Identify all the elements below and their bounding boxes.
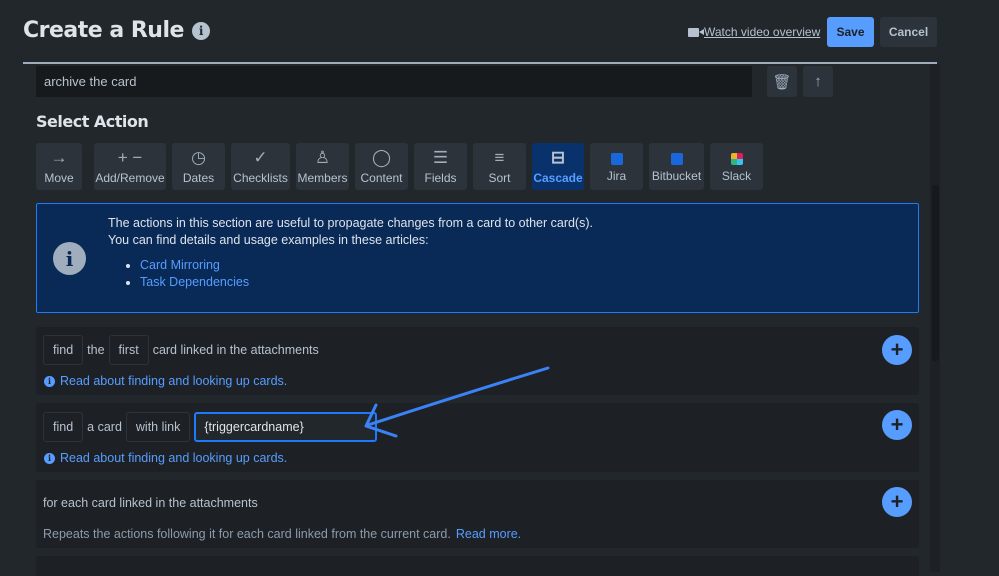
page-title: Create a Rule i (23, 18, 210, 43)
task-dependencies-link[interactable]: Task Dependencies (140, 275, 249, 289)
tab-label: Content (360, 170, 403, 185)
tab-label: Move (44, 170, 74, 185)
info-line: You can find details and usage examples … (108, 233, 429, 247)
plus-icon: + (890, 337, 904, 362)
move-up-button[interactable]: ↑ (803, 66, 833, 97)
description: Repeats the actions following it for eac… (43, 527, 451, 541)
add-action-button[interactable]: + (882, 487, 912, 517)
first-chip[interactable]: first (108, 335, 149, 365)
link-input[interactable] (194, 412, 378, 442)
check-icon: ✓ (253, 147, 268, 167)
info-icon[interactable]: i (191, 21, 210, 40)
info-text: The actions in this section are useful t… (108, 215, 593, 291)
tab-label: Fields (424, 170, 457, 185)
add-action-button[interactable]: + (882, 335, 912, 365)
text: for each card linked in the attachments (43, 496, 258, 510)
text: a card (87, 420, 122, 434)
text: card linked in the attachments (152, 343, 319, 357)
tab-move[interactable]: → Move (36, 143, 82, 190)
video-link-label: Watch video overview (704, 25, 821, 39)
select-action-heading: Select Action (36, 112, 149, 131)
tab-label: Add/Remove (95, 170, 165, 185)
tab-label: Cascade (533, 170, 583, 185)
title-text: Create a Rule (23, 18, 184, 43)
with-link-chip[interactable]: with link (125, 412, 191, 442)
action-row-for-each: for each card linked in the attachments … (36, 480, 919, 548)
arrow-right-icon: → (50, 147, 68, 167)
filter-icon: ≡ (494, 147, 505, 167)
previous-action-field (36, 66, 752, 97)
trash-icon: 🗑 (772, 73, 792, 91)
text: the (87, 343, 105, 357)
tab-label: Slack (721, 169, 752, 183)
info-icon: i (53, 242, 86, 275)
jira-icon (610, 153, 623, 165)
card-mirroring-link[interactable]: Card Mirroring (140, 258, 220, 272)
help-link[interactable]: Read about finding and looking up cards. (60, 451, 287, 465)
scrollbar-thumb[interactable] (932, 185, 939, 361)
tab-add-remove[interactable]: + − Add/Remove (94, 143, 166, 190)
tab-sort[interactable]: ≡ Sort (473, 143, 526, 190)
tab-bitbucket[interactable]: Bitbucket (649, 143, 704, 190)
arrow-up-icon: ↑ (814, 73, 822, 90)
info-icon: i (44, 375, 55, 387)
tab-checklists[interactable]: ✓ Checklists (231, 143, 290, 190)
tab-content[interactable]: ◯ Content (355, 143, 408, 190)
add-action-button[interactable]: + (882, 410, 912, 440)
info-line: The actions in this section are useful t… (108, 216, 593, 230)
tab-jira[interactable]: Jira (590, 143, 643, 190)
plus-icon: + (890, 489, 904, 514)
delete-button[interactable]: 🗑 (767, 66, 797, 97)
slack-icon (730, 153, 743, 165)
find-chip[interactable]: find (43, 335, 84, 365)
tab-members[interactable]: ♙ Members (296, 143, 349, 190)
info-icon: i (44, 452, 55, 464)
tab-label: Sort (488, 170, 511, 185)
watch-video-link[interactable]: Watch video overview (688, 25, 820, 39)
comment-icon: ◯ (371, 147, 392, 167)
plus-icon: + (890, 412, 904, 437)
save-button[interactable]: Save (827, 17, 874, 47)
cancel-button[interactable]: Cancel (880, 17, 937, 47)
tab-label: Jira (606, 169, 627, 183)
action-row-find-link: finda cardwith link i Read about finding … (36, 403, 919, 472)
person-icon: ♙ (314, 147, 331, 167)
help-link[interactable]: Read about finding and looking up cards. (60, 374, 287, 388)
plus-minus-icon: + − (117, 147, 143, 167)
tab-label: Bitbucket (651, 169, 702, 183)
action-row-find-first: find the first card linked in the attachmen… (36, 327, 919, 395)
inbox-icon: ⊟ (550, 147, 566, 167)
tab-label: Dates (182, 170, 215, 185)
video-camera-icon (688, 27, 699, 37)
bitbucket-icon (670, 153, 683, 165)
tab-dates[interactable]: ◷ Dates (172, 143, 225, 190)
tab-label: Members (297, 170, 348, 185)
action-row (36, 556, 919, 576)
read-more-link[interactable]: Read more. (456, 527, 521, 541)
clock-icon: ◷ (191, 147, 206, 167)
divider (23, 62, 937, 64)
lines-icon: ☰ (432, 147, 449, 167)
tab-fields[interactable]: ☰ Fields (414, 143, 467, 190)
tab-label: Checklists (233, 170, 288, 185)
tab-slack[interactable]: Slack (710, 143, 763, 190)
tab-cascade[interactable]: ⊟ Cascade (532, 143, 584, 190)
find-chip[interactable]: find (43, 412, 84, 442)
